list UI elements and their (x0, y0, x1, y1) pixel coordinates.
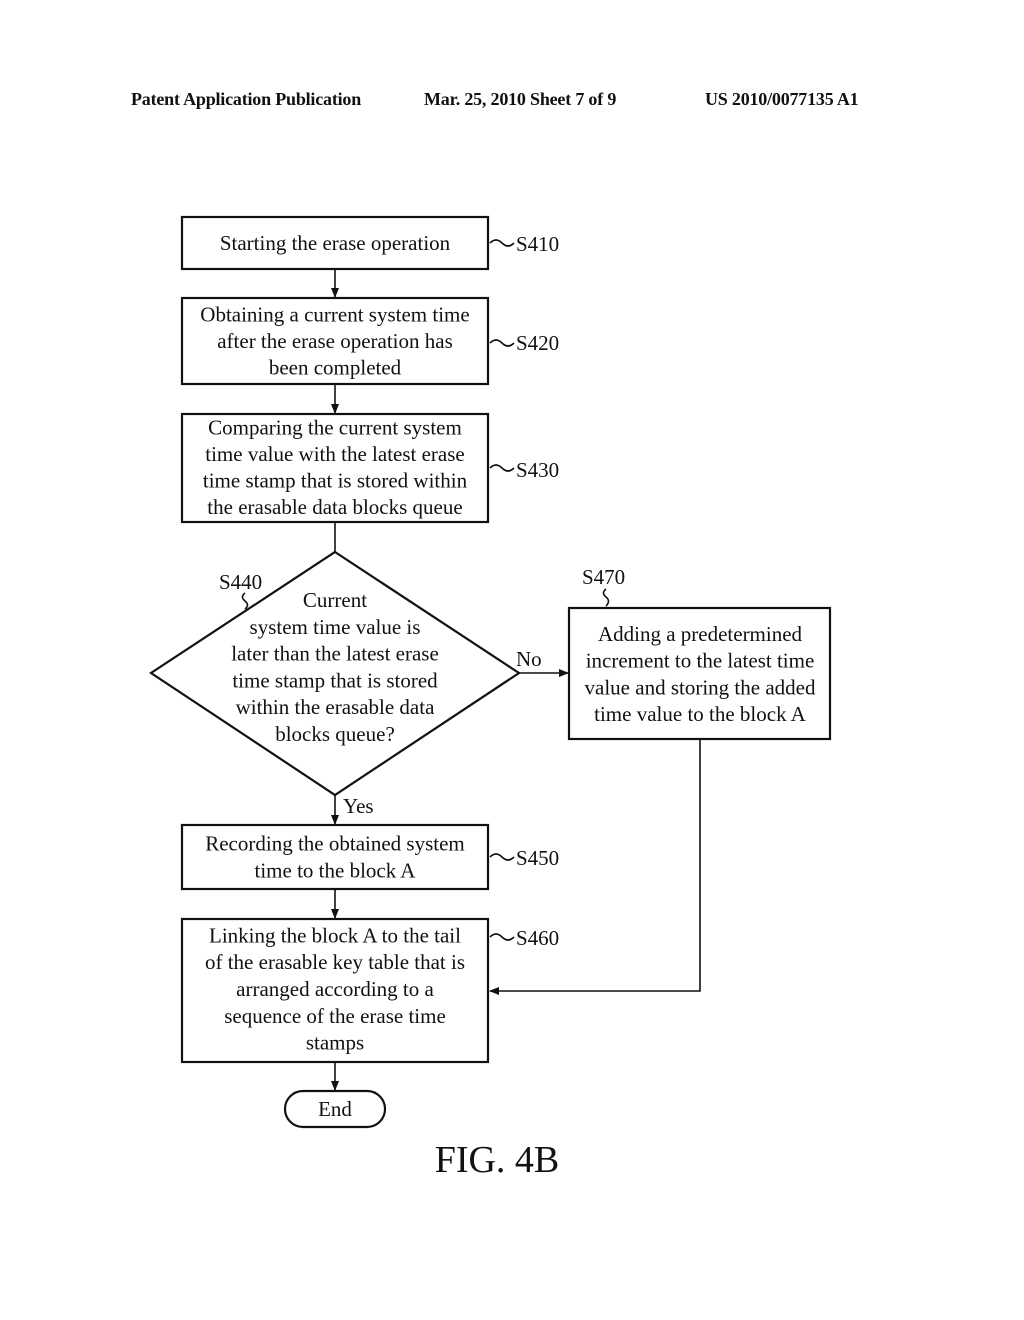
text-line: later than the latest erase (231, 642, 439, 666)
step-id-s440: S440 (219, 570, 262, 594)
text-line: Starting the erase operation (220, 231, 451, 255)
step-id-s420: S420 (516, 331, 559, 355)
text-line: after the erase operation has (217, 329, 453, 353)
step-id-s430: S430 (516, 458, 559, 482)
step-id-s460: S460 (516, 926, 559, 950)
leader-s430 (489, 464, 515, 472)
text-line: increment to the latest time (586, 649, 815, 673)
text-line: Comparing the current system (208, 415, 462, 439)
text-line: time value to the block A (594, 702, 807, 726)
leader-s450 (489, 853, 515, 861)
leader-s440 (241, 592, 249, 610)
text-line: within the erasable data (236, 695, 436, 719)
branch-label-no: No (516, 647, 542, 671)
text-line: Adding a predetermined (598, 622, 803, 646)
text-line: Linking the block A to the tail (209, 923, 461, 947)
text-line: of the erasable key table that is (205, 950, 465, 974)
text-line: been completed (269, 356, 402, 380)
text-line: system time value is (250, 615, 421, 639)
flowchart: Starting the erase operation S410 Obtain… (149, 215, 832, 1181)
text-line: value and storing the added (585, 675, 816, 699)
text-line: time stamp that is stored within (203, 468, 468, 492)
text-line: Recording the obtained system (205, 832, 465, 856)
branch-label-yes: Yes (343, 794, 374, 818)
leader-s460 (489, 933, 515, 941)
step-id-s450: S450 (516, 846, 559, 870)
leader-s420 (489, 339, 515, 347)
text-line: sequence of the erase time (224, 1004, 446, 1028)
text-line: blocks queue? (275, 722, 395, 746)
text-line: time value with the latest erase (205, 442, 465, 466)
text-line: Obtaining a current system time (200, 303, 469, 327)
leader-s470 (602, 588, 610, 607)
leader-s410 (489, 239, 515, 247)
text-line: Current (303, 588, 367, 612)
end-label: End (318, 1097, 352, 1121)
text-line: time stamp that is stored (232, 668, 438, 692)
text-line: the erasable data blocks queue (207, 495, 462, 519)
text-line: stamps (306, 1031, 364, 1055)
step-id-s470: S470 (582, 565, 625, 589)
step-text-s410: Starting the erase operation (220, 231, 451, 255)
text-line: time to the block A (255, 859, 417, 883)
figure-label: FIG. 4B (435, 1139, 560, 1181)
text-line: arranged according to a (236, 977, 434, 1001)
step-id-s410: S410 (516, 232, 559, 256)
